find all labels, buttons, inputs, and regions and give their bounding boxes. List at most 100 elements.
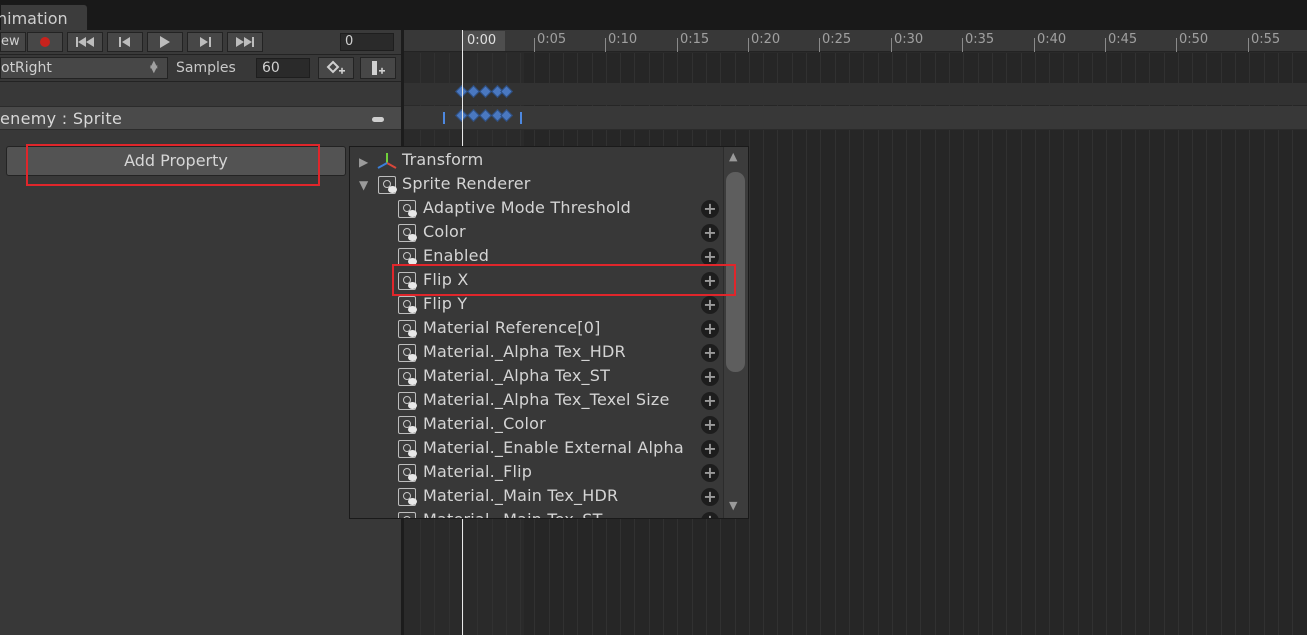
samples-field[interactable]: 60 (256, 58, 310, 78)
property-label: Material._Flip (423, 462, 533, 481)
property-label: Material._Alpha Tex_HDR (423, 342, 626, 361)
add-event-button[interactable] (360, 57, 396, 79)
grid-line (1178, 53, 1179, 635)
tick-mark (748, 38, 749, 52)
tick-label: 0:55 (1251, 32, 1281, 47)
add-plus-icon[interactable]: + (701, 440, 719, 458)
property-item[interactable]: Material._Main Tex_ST + (350, 509, 724, 518)
property-item[interactable]: Material._Enable External Alpha + (350, 437, 724, 461)
sprite-renderer-icon (398, 464, 417, 482)
tab-animation[interactable]: nimation (0, 4, 88, 30)
property-item[interactable]: Material._Main Tex_HDR + (350, 485, 724, 509)
tick-mark (891, 38, 892, 52)
options-dash-icon[interactable] (372, 117, 384, 122)
collapse-arrow-icon[interactable]: ▼ (359, 178, 368, 192)
grid-line (849, 53, 850, 635)
tick-label: 0:50 (1179, 32, 1209, 47)
group-label: Sprite Renderer (402, 174, 531, 193)
grid-line (1135, 53, 1136, 635)
playhead-time-label[interactable]: 0:00 (463, 31, 505, 51)
property-item[interactable]: Adaptive Mode Threshold + (350, 197, 724, 221)
spacer-row (0, 83, 402, 105)
grid-line (1021, 53, 1022, 635)
grid-line (978, 53, 979, 635)
tick-mark (534, 38, 535, 52)
add-plus-icon[interactable]: + (701, 416, 719, 434)
grid-line (749, 53, 750, 635)
scroll-down-arrow-icon[interactable]: ▼ (729, 499, 737, 512)
expand-arrow-icon[interactable]: ▶ (359, 155, 368, 169)
record-button[interactable] (27, 32, 63, 52)
prev-key-button[interactable] (107, 32, 143, 52)
property-item[interactable]: Material._Flip + (350, 461, 724, 485)
add-plus-icon[interactable]: + (701, 512, 719, 518)
last-key-button[interactable] (227, 32, 263, 52)
first-key-button[interactable] (67, 32, 103, 52)
add-plus-icon[interactable]: + (701, 296, 719, 314)
grid-line (1121, 53, 1122, 635)
add-keyframe-button[interactable] (318, 57, 354, 79)
grid-line (1235, 53, 1236, 635)
property-item[interactable]: Material._Color + (350, 413, 724, 437)
property-item[interactable]: Material._Alpha Tex_HDR + (350, 341, 724, 365)
scroll-up-arrow-icon[interactable]: ▲ (729, 150, 737, 163)
next-key-button[interactable] (187, 32, 223, 52)
animation-window: { "window": { "tab_label": "nimation" },… (0, 0, 1307, 635)
property-item[interactable]: Material._Alpha Tex_ST + (350, 365, 724, 389)
property-item[interactable]: Color + (350, 221, 724, 245)
sprite-renderer-icon (398, 224, 417, 242)
grid-line (1164, 53, 1165, 635)
clip-end-marker[interactable] (520, 112, 522, 124)
add-plus-icon[interactable]: + (701, 200, 719, 218)
grid-line (949, 53, 950, 635)
sprite-renderer-icon (398, 368, 417, 386)
preview-label: ew (1, 34, 20, 49)
property-label: Material._Main Tex_ST (423, 510, 603, 518)
add-plus-icon[interactable]: + (701, 368, 719, 386)
tick-label: 0:40 (1037, 32, 1067, 47)
grid-line (1078, 53, 1079, 635)
add-plus-icon[interactable]: + (701, 224, 719, 242)
property-label: Material Reference[0] (423, 318, 601, 337)
tick-mark (1176, 38, 1177, 52)
add-plus-icon[interactable]: + (701, 320, 719, 338)
sprite-renderer-icon (398, 344, 417, 362)
property-label: Color (423, 222, 466, 241)
sprite-renderer-icon (398, 392, 417, 410)
property-item[interactable]: Flip Y + (350, 293, 724, 317)
play-button[interactable] (147, 32, 183, 52)
grid-line (806, 53, 807, 635)
preview-button[interactable]: ew (0, 32, 26, 52)
tick-mark (605, 38, 606, 52)
tab-label: nimation (0, 9, 68, 28)
add-plus-icon[interactable]: + (701, 464, 719, 482)
summary-track (404, 83, 1307, 105)
sprite-renderer-icon (398, 320, 417, 338)
group-sprite-renderer[interactable]: ▼ Sprite Renderer (350, 173, 724, 197)
grid-line (935, 53, 936, 635)
add-plus-icon[interactable]: + (701, 488, 719, 506)
property-label: Material._Enable External Alpha (423, 438, 684, 457)
grid-line (992, 53, 993, 635)
add-plus-icon[interactable]: + (701, 392, 719, 410)
tick-label: 0:25 (822, 32, 852, 47)
frame-field[interactable]: 0 (340, 33, 394, 51)
grid-line (1206, 53, 1207, 635)
grid-line (1192, 53, 1193, 635)
grid-line (1006, 53, 1007, 635)
property-row-label: enemy : Sprite (0, 109, 123, 128)
first-key-icon (76, 37, 94, 47)
grid-line (1292, 53, 1293, 635)
clip-start-marker[interactable] (443, 112, 445, 124)
clip-select[interactable]: otRight (0, 57, 168, 79)
property-label: Material._Alpha Tex_Texel Size (423, 390, 670, 409)
highlight-box-flip-x (392, 264, 736, 296)
highlight-box-add-property (26, 144, 320, 186)
add-keyframe-icon (326, 60, 345, 74)
grid-line (792, 53, 793, 635)
property-item[interactable]: Material Reference[0] + (350, 317, 724, 341)
group-transform[interactable]: ▶ Transform (350, 149, 724, 173)
property-item[interactable]: Material._Alpha Tex_Texel Size + (350, 389, 724, 413)
grid-line (1106, 53, 1107, 635)
add-plus-icon[interactable]: + (701, 344, 719, 362)
